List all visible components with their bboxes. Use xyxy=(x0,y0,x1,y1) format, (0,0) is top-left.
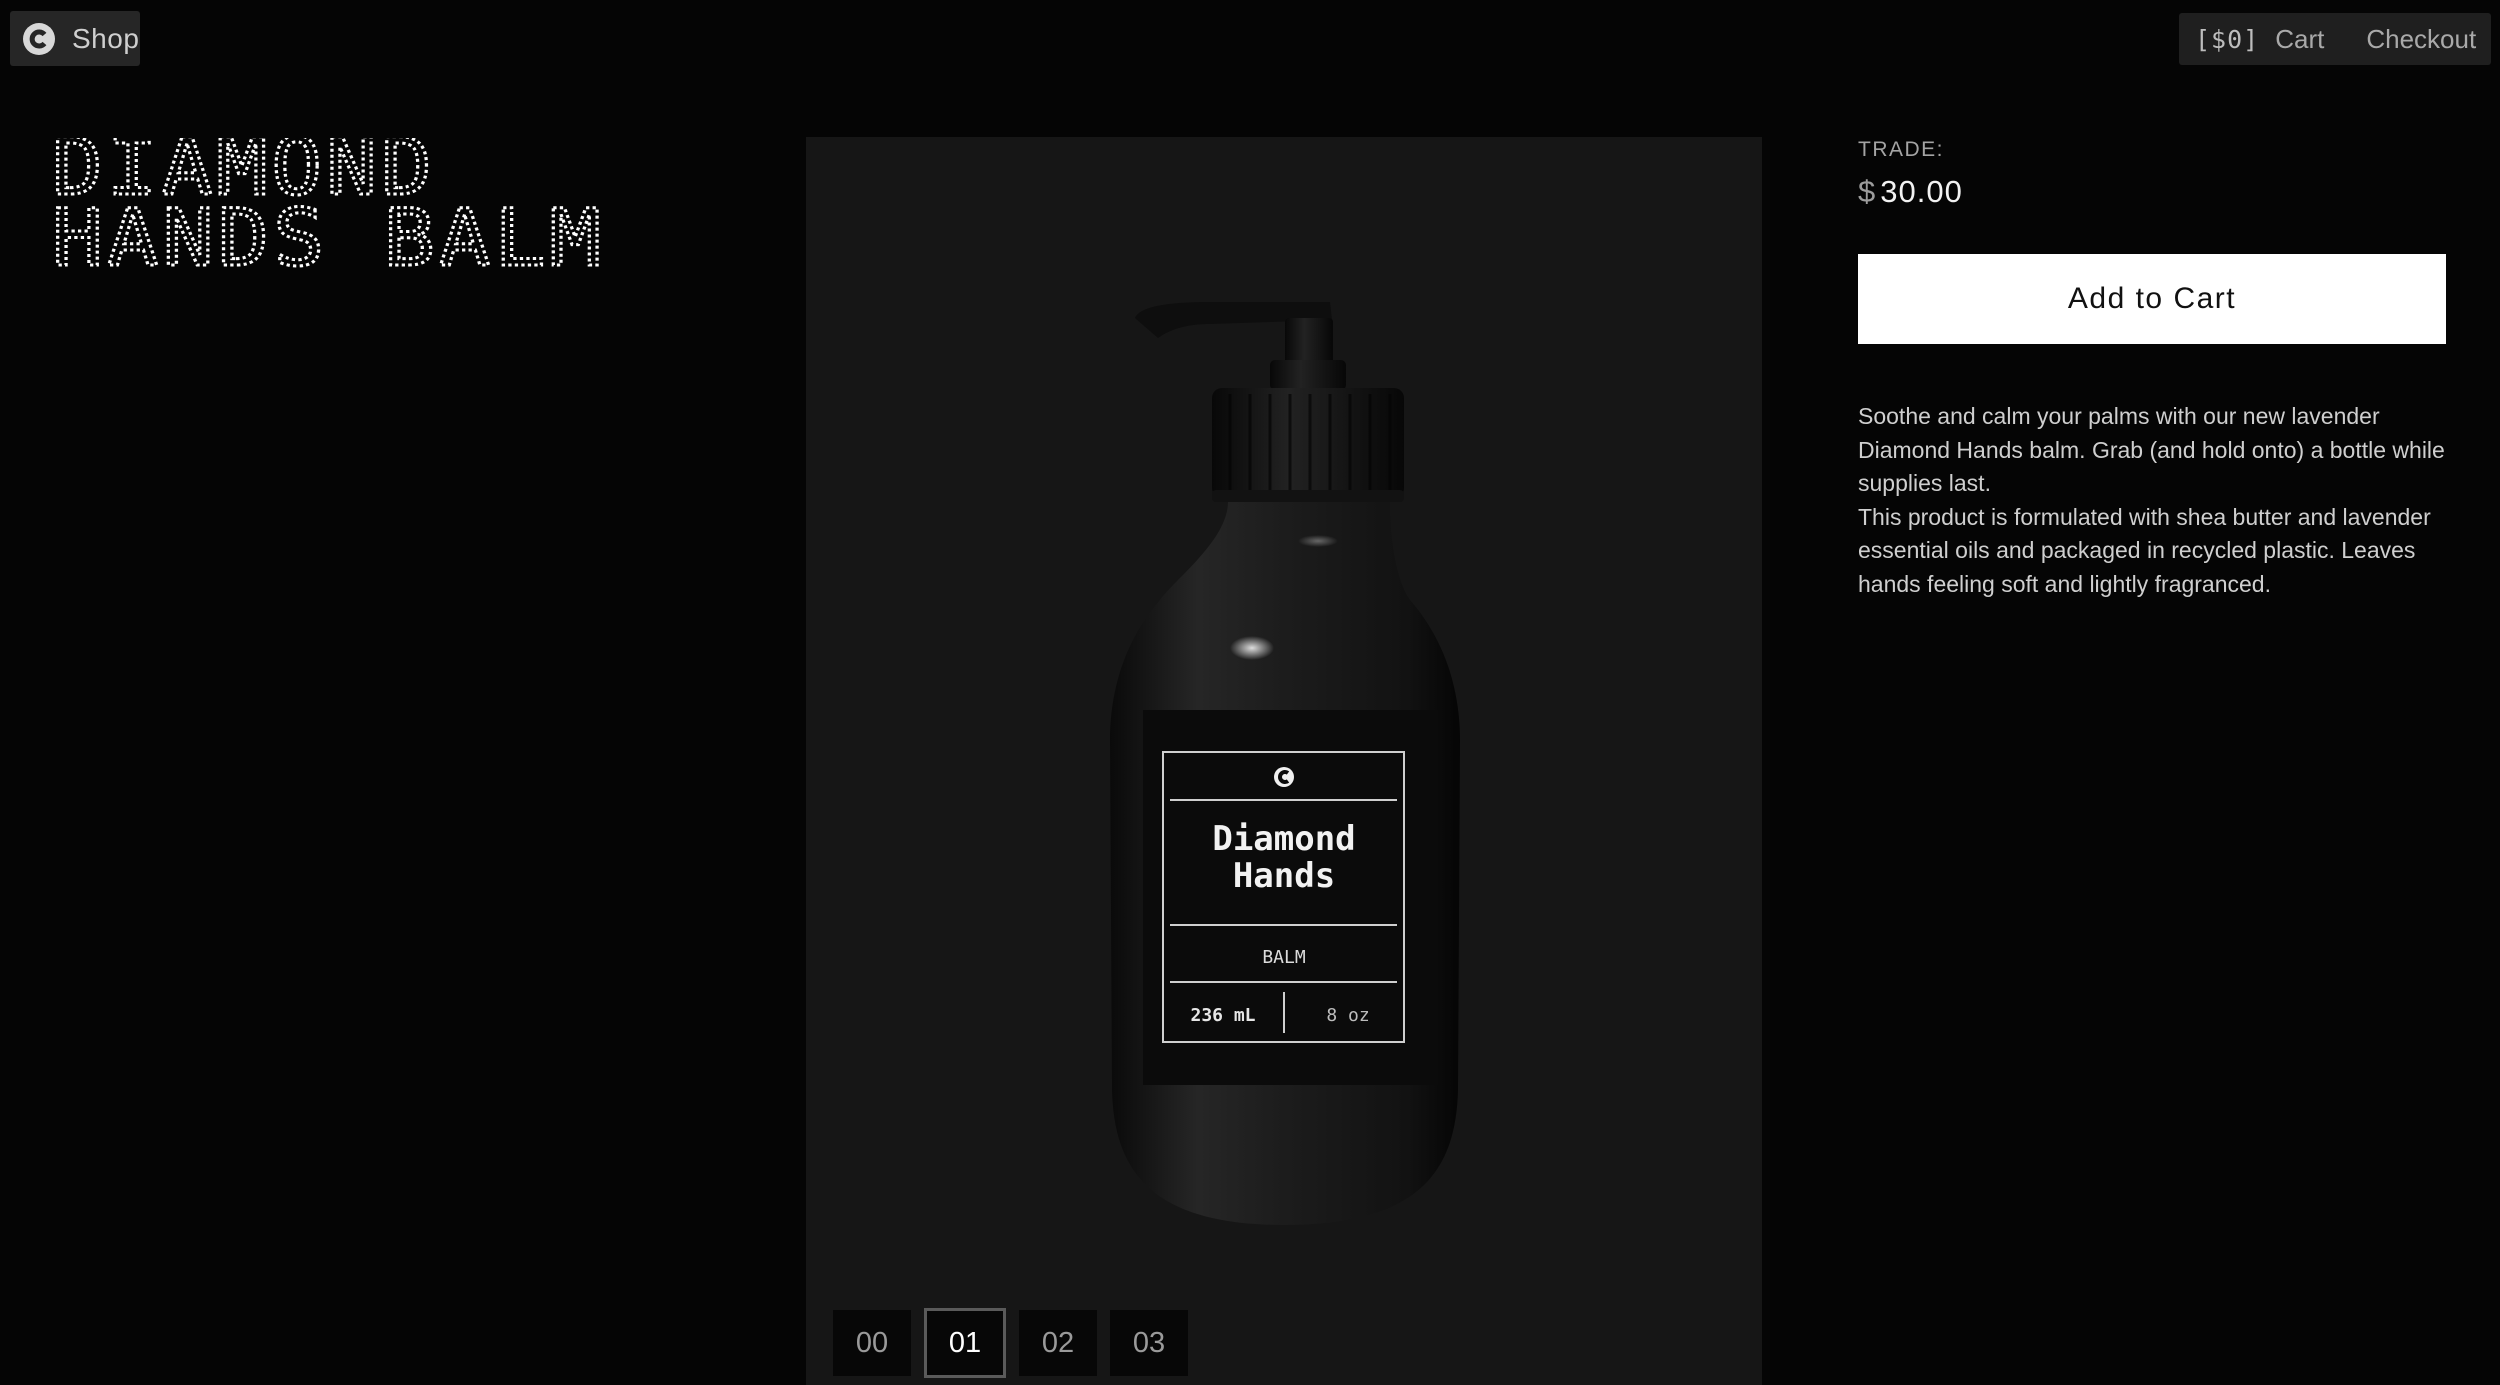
price-label: TRADE: xyxy=(1858,138,1945,161)
product-info: TRADE: $30.00 Add to Cart Soothe and cal… xyxy=(1858,138,2446,601)
product-title: DIAMOND HANDS BALM xyxy=(52,138,605,278)
thumbnail-03[interactable]: 03 xyxy=(1110,1310,1188,1376)
shop-button[interactable]: Shop xyxy=(10,11,140,66)
label-name-line2: Hands xyxy=(1233,856,1335,896)
label-type: BALM xyxy=(1262,947,1306,968)
currency-symbol: $ xyxy=(1858,174,1877,209)
cart-nav: [$0] Cart Checkout xyxy=(2179,13,2491,65)
checkout-link[interactable]: Checkout xyxy=(2366,24,2476,55)
description-paragraph-1: Soothe and calm your palms with our new … xyxy=(1858,403,2445,496)
product-image: Diamond Hands BALM 236 mL 8 oz xyxy=(1110,302,1460,1225)
product-title-line2: HANDS BALM xyxy=(52,194,605,278)
label-volume-ml: 236 mL xyxy=(1190,1005,1255,1026)
thumbnail-01[interactable]: 01 xyxy=(924,1308,1006,1378)
cart-count: [$0] xyxy=(2195,24,2260,54)
add-to-cart-button[interactable]: Add to Cart xyxy=(1858,254,2446,344)
description-paragraph-2: This product is formulated with shea but… xyxy=(1858,503,2431,597)
thumbnail-00[interactable]: 00 xyxy=(833,1310,911,1376)
label-volume-oz: 8 oz xyxy=(1326,1005,1369,1026)
label-name-line1: Diamond xyxy=(1212,819,1355,859)
price-value: 30.00 xyxy=(1880,174,1963,209)
price: $30.00 xyxy=(1858,174,2446,210)
c-logo-icon xyxy=(18,18,60,60)
product-description: Soothe and calm your palms with our new … xyxy=(1858,400,2446,601)
shop-label: Shop xyxy=(72,22,140,54)
gallery-thumbnails: 00 01 02 03 xyxy=(833,1308,1201,1378)
thumbnail-02[interactable]: 02 xyxy=(1019,1310,1097,1376)
cart-link[interactable]: Cart xyxy=(2275,24,2324,55)
